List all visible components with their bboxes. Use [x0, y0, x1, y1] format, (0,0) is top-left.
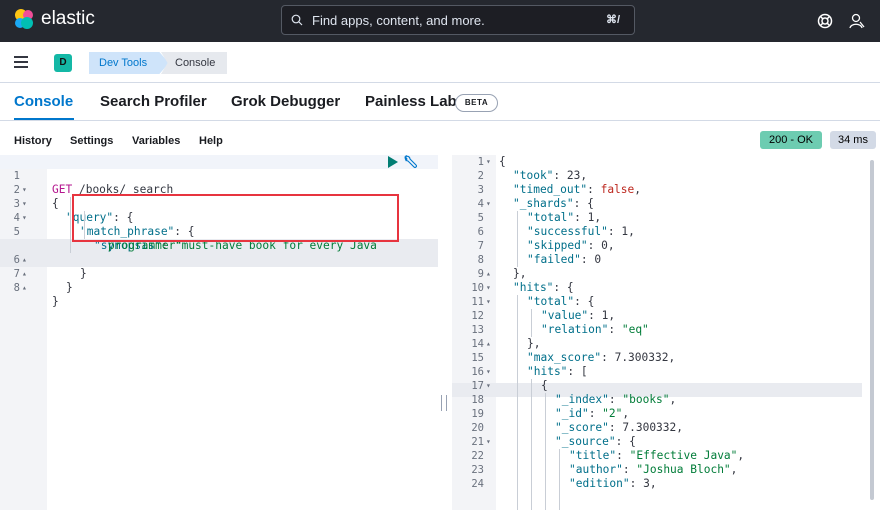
request-line: 6 ▴ } [13, 254, 87, 280]
request-first-row-highlight [0, 155, 438, 169]
status-badge: 200 - OK [760, 131, 822, 149]
top-header: elastic Find apps, content, and more. ⌘/ [0, 0, 880, 42]
indent-guide [517, 211, 518, 267]
devtools-tabs: Console Search Profiler Grok Debugger Pa… [0, 83, 880, 121]
request-line: 3 ▾ "query": { [13, 198, 134, 224]
brand-name: elastic [41, 8, 95, 29]
search-icon [291, 14, 303, 26]
search-placeholder: Find apps, content, and more. [312, 13, 485, 28]
breadcrumb-bar: D Dev Tools Console [0, 42, 880, 83]
variables-link[interactable]: Variables [132, 135, 180, 147]
wrench-icon[interactable] [403, 155, 417, 169]
indent-guide [517, 295, 518, 510]
global-search-input[interactable]: Find apps, content, and more. ⌘/ [281, 5, 635, 35]
pane-resize-handle[interactable] [441, 395, 447, 411]
highlight-annotation-box [72, 194, 399, 242]
request-line: 4 ▾ "match_phrase": { [13, 212, 195, 238]
indent-guide [531, 309, 532, 337]
tab-grok-debugger[interactable]: Grok Debugger [231, 93, 340, 110]
indent-guide [559, 449, 560, 510]
breadcrumb-dev-tools[interactable]: Dev Tools [89, 52, 169, 74]
help-link[interactable]: Help [199, 135, 223, 147]
request-line: 5 "synopsis": "must-have book for every … [13, 226, 377, 252]
user-menu-icon[interactable] [848, 12, 866, 30]
request-line: 7 ▴ } [13, 268, 73, 294]
help-icon[interactable] [817, 13, 833, 29]
breadcrumb-console: Console [161, 52, 227, 74]
elastic-logo-icon[interactable] [13, 8, 35, 30]
tab-search-profiler[interactable]: Search Profiler [100, 93, 207, 110]
active-tab-indicator [14, 118, 74, 120]
indent-guide [531, 379, 532, 510]
request-line-wrap: programmer" [108, 239, 183, 252]
indent-guide [70, 197, 71, 253]
search-shortcut: ⌘/ [605, 14, 620, 26]
tab-painless-lab[interactable]: Painless Lab [365, 93, 457, 110]
console-toolbar: History Settings Variables Help 200 - OK… [0, 121, 880, 155]
tab-console[interactable]: Console [14, 93, 73, 110]
request-line: 1 GET /books/_search [13, 170, 174, 196]
response-viewer[interactable]: 1 ▾{ 2 "took": 23, 3 "timed_out": false, 4 ▾… [452, 155, 880, 510]
request-time-badge: 34 ms [830, 131, 876, 149]
space-avatar[interactable]: D [54, 54, 72, 72]
settings-link[interactable]: Settings [70, 135, 113, 147]
indent-guide [545, 393, 546, 510]
request-line: 8 ▴ } [13, 282, 59, 308]
request-line: 2 ▾ { [13, 184, 59, 210]
menu-icon[interactable] [14, 56, 28, 68]
history-link[interactable]: History [14, 135, 52, 147]
beta-badge: BETA [455, 94, 498, 112]
send-request-icon[interactable] [388, 156, 398, 168]
response-scrollbar[interactable] [870, 160, 874, 500]
